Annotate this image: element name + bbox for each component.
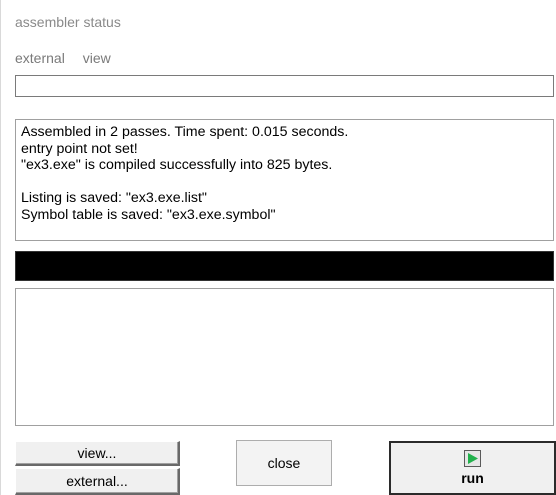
menu-bar: external view	[15, 50, 125, 66]
command-input[interactable]	[15, 75, 554, 97]
menu-item-external[interactable]: external	[15, 50, 65, 66]
output-console[interactable]: Assembled in 2 passes. Time spent: 0.015…	[15, 119, 554, 241]
secondary-output-panel[interactable]	[15, 288, 554, 426]
run-button[interactable]: run	[389, 441, 556, 495]
assembler-status-window: assembler status external view Assembled…	[0, 0, 556, 495]
menu-item-view[interactable]: view	[83, 50, 111, 66]
progress-bar	[15, 251, 554, 281]
external-button[interactable]: external...	[15, 468, 180, 495]
run-button-label: run	[461, 470, 484, 486]
close-button[interactable]: close	[236, 440, 332, 486]
console-line: Assembled in 2 passes. Time spent: 0.015…	[21, 124, 349, 140]
console-line: entry point not set!	[21, 140, 138, 157]
play-icon	[464, 450, 481, 467]
console-line: Symbol table is saved: "ex3.exe.symbol"	[21, 206, 276, 223]
view-button[interactable]: view...	[15, 441, 180, 466]
console-line: "ex3.exe" is compiled successfully into …	[21, 157, 333, 173]
window-title: assembler status	[15, 14, 121, 30]
console-line: Listing is saved: "ex3.exe.list"	[21, 190, 207, 206]
